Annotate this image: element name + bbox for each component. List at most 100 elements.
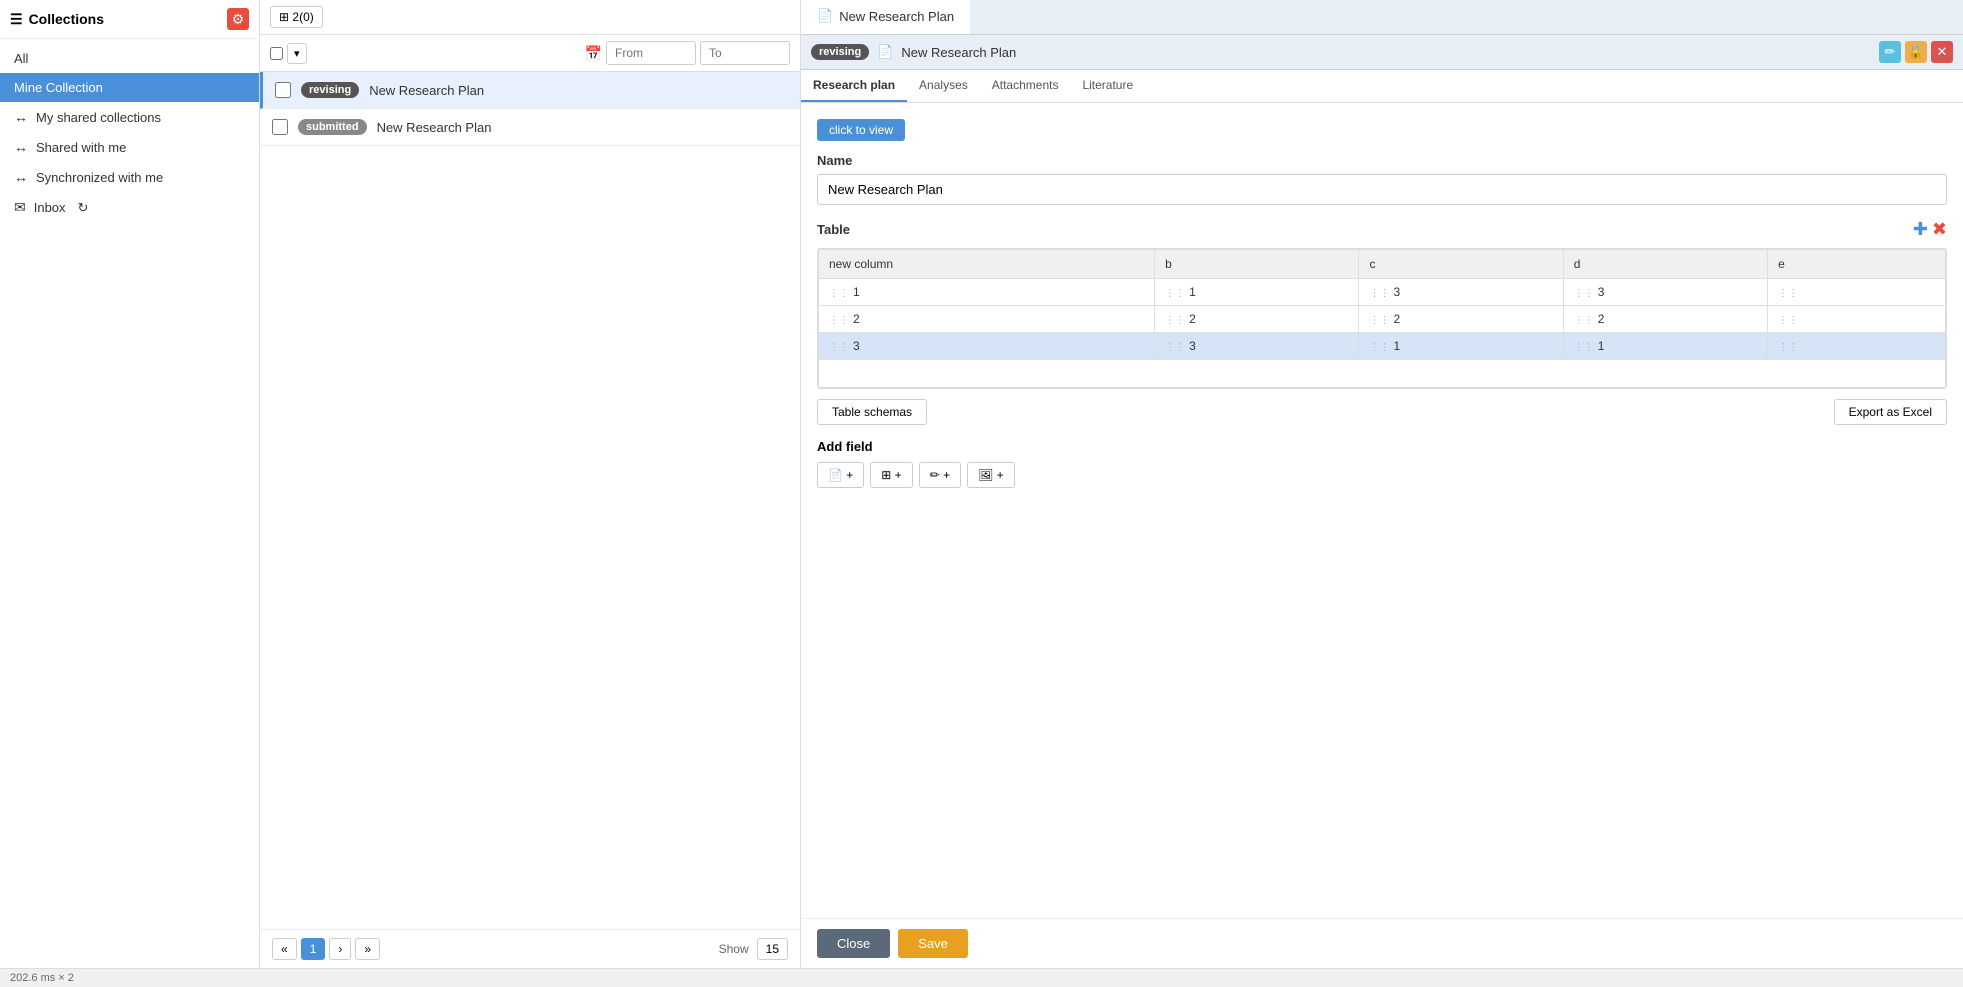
right-panel: 📄 New Research Plan revising 📄 New Resea…	[800, 0, 1963, 968]
list-item[interactable]: submitted New Research Plan	[260, 109, 800, 146]
close-button[interactable]: Close	[817, 929, 890, 958]
panel-close-button[interactable]: ✕	[1931, 41, 1953, 63]
sidebar-item-mine[interactable]: Mine Collection	[0, 73, 259, 102]
export-excel-button[interactable]: Export as Excel	[1834, 399, 1947, 425]
tab-analyses[interactable]: Analyses	[907, 70, 980, 102]
next-page-button[interactable]: ›	[329, 938, 351, 960]
item-name-1: New Research Plan	[369, 83, 484, 98]
cell[interactable]: ⋮⋮1	[1359, 333, 1563, 360]
cell[interactable]: ⋮⋮3	[819, 333, 1155, 360]
col-header-4: e	[1778, 257, 1785, 271]
table-footer: Table schemas Export as Excel	[817, 399, 1947, 425]
item-checkbox-2[interactable]	[272, 119, 288, 135]
sidebar-item-shared-label: Shared with me	[36, 140, 126, 155]
panel-content: click to view Name Table ✚ ✖ new column …	[801, 103, 1963, 918]
col-c: c	[1359, 250, 1563, 279]
sidebar-item-sync-label: Synchronized with me	[36, 170, 163, 185]
table-row: ⋮⋮1 ⋮⋮1 ⋮⋮3 ⋮⋮3 ⋮⋮	[819, 279, 1946, 306]
first-page-button[interactable]: «	[272, 938, 297, 960]
item-checkbox-1[interactable]	[275, 82, 291, 98]
show-count: 15	[757, 938, 788, 960]
cell[interactable]: ⋮⋮	[1768, 333, 1946, 360]
cell[interactable]: ⋮⋮2	[1359, 306, 1563, 333]
panel-header: revising 📄 New Research Plan ✏ 🔒 ✕	[801, 35, 1963, 70]
last-page-button[interactable]: »	[355, 938, 380, 960]
current-page-button[interactable]: 1	[301, 938, 326, 960]
cell[interactable]: ⋮⋮2	[1155, 306, 1359, 333]
status-badge-submitted: submitted	[298, 119, 367, 135]
footer-actions: Close Save	[801, 918, 1963, 968]
edit-button[interactable]: ✏	[1879, 41, 1901, 63]
sidebar: ☰ Collections ⚙ All Mine Collection ↔ My…	[0, 0, 260, 968]
cell-value: 3	[1189, 339, 1196, 353]
refresh-icon[interactable]: ↻	[78, 200, 89, 216]
panel-tabs: Research plan Analyses Attachments Liter…	[801, 70, 1963, 103]
sidebar-settings-button[interactable]: ⚙	[227, 8, 249, 30]
cell-value: 2	[1393, 312, 1400, 326]
tab-literature[interactable]: Literature	[1070, 70, 1145, 102]
table-row: ⋮⋮3 ⋮⋮3 ⋮⋮1 ⋮⋮1 ⋮⋮	[819, 333, 1946, 360]
tab-research-plan[interactable]: Research plan	[801, 70, 907, 102]
to-date-input[interactable]	[700, 41, 790, 65]
table-remove-column-button[interactable]: ✖	[1932, 219, 1947, 240]
cell[interactable]: ⋮⋮2	[1563, 306, 1767, 333]
filter-dropdown-button[interactable]: ▾	[287, 43, 307, 64]
add-edit-field-button[interactable]: ✏ +	[919, 462, 961, 488]
tab-attachments[interactable]: Attachments	[980, 70, 1071, 102]
cell[interactable]: ⋮⋮	[1768, 306, 1946, 333]
header-title: New Research Plan	[901, 45, 1016, 60]
tab-new-research-plan[interactable]: 📄 New Research Plan	[801, 0, 970, 34]
cell[interactable]: ⋮⋮1	[1563, 333, 1767, 360]
cell[interactable]: ⋮⋮2	[819, 306, 1155, 333]
sidebar-header: ☰ Collections ⚙	[0, 0, 259, 39]
list-panel: ⊞ 2(0) ▾ 📅 revising New Research Plan	[260, 0, 800, 968]
cell[interactable]: ⋮⋮1	[819, 279, 1155, 306]
cell[interactable]: ⋮⋮3	[1155, 333, 1359, 360]
table-schemas-button[interactable]: Table schemas	[817, 399, 927, 425]
add-text-field-button[interactable]: 📄 +	[817, 462, 864, 488]
header-doc-icon: 📄	[877, 44, 893, 60]
sidebar-item-shared-with-me[interactable]: ↔ Shared with me	[0, 132, 259, 162]
cell[interactable]: ⋮⋮3	[1359, 279, 1563, 306]
sidebar-item-inbox[interactable]: ✉ Inbox ↻	[0, 192, 259, 223]
cell-value: 1	[1393, 339, 1400, 353]
add-image-field-button[interactable]: 🖼 +	[967, 462, 1015, 488]
table-section-header: Table ✚ ✖	[817, 219, 1947, 240]
name-field-input[interactable]	[817, 174, 1947, 205]
col-d: d	[1563, 250, 1767, 279]
cell[interactable]: ⋮⋮1	[1155, 279, 1359, 306]
col-e: e	[1768, 250, 1946, 279]
header-status-badge: revising	[811, 44, 869, 60]
add-table-field-button[interactable]: ⊞ +	[870, 462, 912, 488]
sidebar-title-text: Collections	[29, 11, 104, 27]
select-all-checkbox[interactable]	[270, 47, 283, 60]
count-badge-text: 2(0)	[292, 10, 313, 24]
list-icon: ⊞	[279, 10, 289, 24]
cell-value: 1	[853, 285, 860, 299]
cell-value: 2	[1189, 312, 1196, 326]
table-add-column-button[interactable]: ✚	[1913, 219, 1928, 240]
from-date-input[interactable]	[606, 41, 696, 65]
click-to-view-button[interactable]: click to view	[817, 119, 905, 141]
col-header-3: d	[1574, 257, 1581, 271]
filter-date-group: 📅	[585, 41, 790, 65]
sidebar-item-all[interactable]: All	[0, 44, 259, 73]
cell[interactable]: ⋮⋮3	[1563, 279, 1767, 306]
tab-label: New Research Plan	[839, 9, 954, 24]
filter-checkbox-wrap: ▾	[270, 43, 307, 64]
item-name-2: New Research Plan	[377, 120, 492, 135]
count-badge[interactable]: ⊞ 2(0)	[270, 6, 323, 28]
cell[interactable]: ⋮⋮	[1768, 279, 1946, 306]
data-table: new column b c d e ⋮⋮1 ⋮⋮1 ⋮⋮3 ⋮⋮3	[818, 249, 1946, 388]
pagination: « 1 › » Show 15	[260, 929, 800, 968]
save-button[interactable]: Save	[898, 929, 968, 958]
list-item[interactable]: revising New Research Plan	[260, 72, 800, 109]
cell-value: 2	[853, 312, 860, 326]
lock-button[interactable]: 🔒	[1905, 41, 1927, 63]
sidebar-item-synchronized[interactable]: ↔ Synchronized with me	[0, 162, 259, 192]
sidebar-item-my-shared[interactable]: ↔ My shared collections	[0, 102, 259, 132]
table-empty-row	[819, 360, 1946, 388]
filter-bar: ▾ 📅	[260, 35, 800, 72]
tab-research-plan-label: Research plan	[813, 78, 895, 92]
menu-icon: ☰	[10, 11, 23, 28]
